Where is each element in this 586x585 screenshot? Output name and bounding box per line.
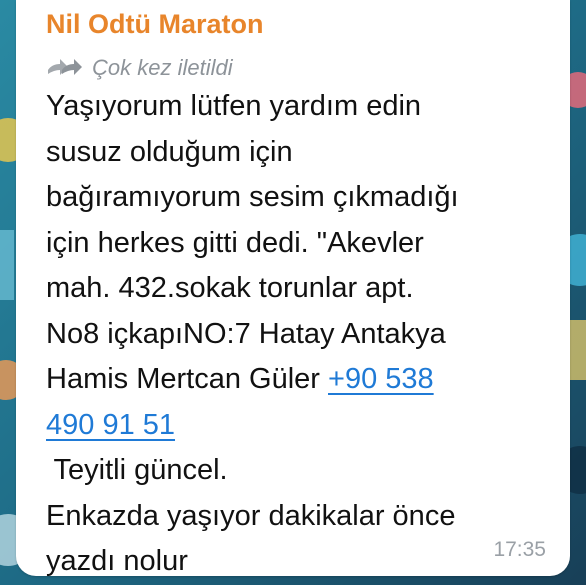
message-line-5: mah. 432.sokak torunlar apt. (46, 272, 414, 304)
message-line-8: 490 91 51 (46, 403, 556, 449)
message-line-7-text: Hamis Mertcan Güler (46, 363, 329, 395)
chat-screen: Nil Odtü Maraton Çok kez iletildi Yaşıyo… (0, 0, 586, 585)
sender-name[interactable]: Nil Odtü Maraton (46, 9, 264, 40)
forwarded-indicator: Çok kez iletildi (46, 54, 233, 82)
message-line-6: No8 içkapıNO:7 Hatay Antakya (46, 317, 446, 350)
phone-link-continued[interactable]: 490 91 51 (46, 409, 175, 441)
message-line-2: susuz olduğum için (46, 135, 293, 168)
message-line-11: yazdı nolur (46, 545, 188, 577)
message-line-9: Teyitli güncel. (46, 454, 228, 486)
message-text: Yaşıyorum lütfen yardım edin susuz olduğ… (46, 84, 556, 585)
message-line-4: için herkes gitti dedi. "Akevler (46, 226, 424, 259)
phone-link[interactable]: +90 538 (328, 363, 434, 395)
double-arrow-forward-icon (48, 59, 82, 75)
message-line-7: Hamis Mertcan Güler +90 538 (46, 357, 556, 403)
message-line-3: bağıramıyorum sesim çıkmadığı (46, 181, 459, 213)
forwarded-label: Çok kez iletildi (92, 55, 233, 80)
message-bubble[interactable]: Nil Odtü Maraton Çok kez iletildi Yaşıyo… (16, 0, 570, 577)
message-timestamp: 17:35 (493, 538, 546, 561)
message-line-1: Yaşıyorum lütfen yardım edin (46, 90, 422, 122)
message-line-10: Enkazda yaşıyor dakikalar önce (46, 499, 456, 532)
